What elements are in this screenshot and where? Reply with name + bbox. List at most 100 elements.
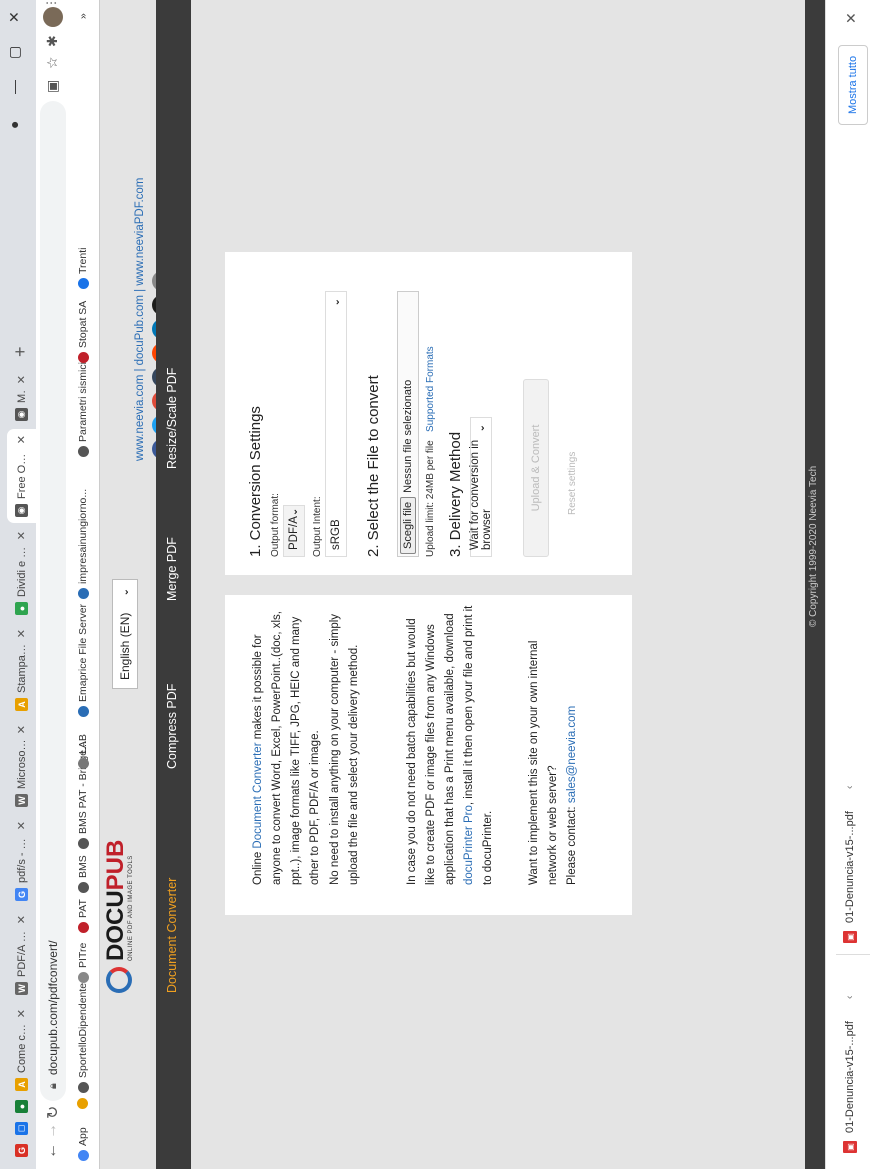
bookmark-label: LAB bbox=[77, 734, 89, 754]
bookmark-item[interactable]: Emaprice File Server bbox=[77, 604, 89, 717]
tab-title: Mod bbox=[15, 389, 28, 403]
star-icon[interactable]: ☆ bbox=[44, 56, 61, 69]
forward-icon[interactable]: → bbox=[43, 1123, 61, 1139]
browser-tab[interactable]: ◉ Free Online ✕ bbox=[7, 429, 36, 523]
document-converter-link[interactable]: Document Converter bbox=[252, 742, 264, 848]
copyright-text: © Copyright 1999-2020 Neevia Tech bbox=[808, 465, 819, 627]
bookmark-item[interactable]: Trenti bbox=[77, 248, 89, 289]
bookmark-item[interactable]: Parametri sismici bbox=[77, 362, 89, 457]
output-intent-label: Output Intent: bbox=[312, 496, 323, 557]
bookmark-icon bbox=[77, 838, 89, 849]
nav-item[interactable]: Compress PDF bbox=[165, 684, 179, 769]
lock-icon: 🔒︎ bbox=[46, 1083, 59, 1089]
tab-close-icon[interactable]: ✕ bbox=[15, 1009, 28, 1018]
bookmark-icon bbox=[77, 352, 89, 363]
download-item[interactable]: ▣ 01-Denuncia-v15-...pdf ‹ bbox=[843, 995, 857, 1153]
pdf-file-icon: ▣ bbox=[843, 931, 857, 943]
back-icon[interactable]: ← bbox=[43, 1143, 61, 1159]
reset-settings-link[interactable]: Reset settings bbox=[567, 452, 578, 515]
browser-tab[interactable]: W Microsoft W ✕ bbox=[7, 719, 36, 813]
bookmark-label: Trenti bbox=[77, 247, 89, 274]
show-all-downloads-button[interactable]: Mostra tutto bbox=[838, 44, 868, 125]
tab-strip: G ◻ ● A Come conv ✕ W PDF/A - Wik ✕ Gpdf/s - Rice… bbox=[0, 0, 36, 1169]
chevron-up-icon[interactable]: ‹ bbox=[844, 995, 856, 999]
reload-icon[interactable]: ↻ bbox=[43, 1106, 63, 1119]
menu-icon[interactable]: ⋮ bbox=[44, 0, 58, 9]
browser-tab[interactable]: ◉ Mod ✕ bbox=[7, 369, 36, 427]
tab-favicon-icon: A bbox=[15, 698, 28, 711]
maximize-icon[interactable]: ▢ bbox=[6, 46, 23, 59]
bookmark-item[interactable]: PITre bbox=[77, 943, 89, 983]
tab-favicon-icon: ◻ bbox=[15, 1122, 28, 1135]
chevron-up-icon[interactable]: ‹ bbox=[844, 785, 856, 789]
browser-tab[interactable]: A Come conv ✕ bbox=[7, 1003, 36, 1097]
browser-tab[interactable]: A Stampante ✕ bbox=[7, 623, 36, 717]
dropdown-record-icon[interactable]: ● bbox=[6, 121, 22, 129]
tab-close-icon[interactable]: ✕ bbox=[15, 531, 28, 540]
intro-paragraph-4: Want to implement this site on your own … bbox=[528, 640, 559, 885]
bookmark-item[interactable]: impresainungiorno... bbox=[77, 489, 89, 599]
bookmark-item[interactable]: SportelloDipendente bbox=[77, 983, 89, 1093]
tab-favicon-icon: ◉ bbox=[15, 504, 28, 517]
conversion-settings-heading: 1. Conversion Settings bbox=[247, 406, 264, 557]
docuprinter-link[interactable]: docuPrinter Pro bbox=[463, 805, 475, 885]
tab-close-icon[interactable]: ✕ bbox=[15, 375, 28, 384]
site-links[interactable]: www.neevia.com | docuPub.com | www.neevi… bbox=[134, 178, 146, 461]
browser-tab[interactable]: W PDF/A - Wik ✕ bbox=[7, 909, 36, 1001]
delivery-method-select[interactable]: Wait for conversion in browser ⌄ bbox=[469, 417, 493, 557]
download-item[interactable]: ▣ 01-Denuncia-v15-...pdf ‹ bbox=[843, 785, 857, 943]
bookmark-icon bbox=[77, 882, 89, 893]
browser-tab[interactable]: ● Dividi e unir ✕ bbox=[7, 525, 36, 621]
tab-title: Microsoft W bbox=[15, 739, 28, 789]
bookmarks-overflow-icon[interactable]: » bbox=[77, 13, 89, 19]
close-window-icon[interactable]: ✕ bbox=[6, 11, 23, 23]
browser-window: G ◻ ● A Come conv ✕ W PDF/A - Wik ✕ Gpdf/s - Rice… bbox=[0, 0, 881, 1169]
bookmark-icon bbox=[77, 1150, 89, 1161]
extension-icon[interactable]: ▣ bbox=[44, 80, 61, 93]
browser-tab[interactable]: Gpdf/s - Rice ✕ bbox=[7, 815, 36, 907]
browser-toolbar: ← → ↻ 🔒︎ docupub.com/pdfconvert/ ▣ ☆ ✱ ⋮ bbox=[36, 0, 70, 1169]
puzzle-icon[interactable]: ✱ bbox=[44, 35, 61, 47]
output-intent-select[interactable]: sRGB ⌄ bbox=[325, 291, 347, 557]
nav-item[interactable]: Document Converter bbox=[165, 878, 179, 993]
tab-favicon-icon: ◉ bbox=[15, 408, 28, 421]
upload-convert-button[interactable]: Upload & Convert bbox=[523, 379, 549, 557]
profile-avatar[interactable] bbox=[43, 7, 63, 27]
bookmark-item[interactable]: PAT bbox=[77, 899, 89, 933]
bookmark-label: BMS bbox=[77, 855, 89, 878]
intro-paragraph-2: No need to install anything on your comp… bbox=[329, 613, 360, 885]
nav-item[interactable]: Resize/Scale PDF bbox=[165, 368, 179, 469]
chevron-down-icon: ⌄ bbox=[475, 424, 487, 433]
bookmark-label: Parametri sismici bbox=[77, 362, 89, 442]
bookmark-item[interactable]: App bbox=[77, 1127, 89, 1161]
tab-close-icon[interactable]: ✕ bbox=[15, 821, 28, 830]
supported-formats-link[interactable]: Supported Formats bbox=[425, 346, 436, 432]
nav-item[interactable]: Merge PDF bbox=[165, 537, 179, 601]
docupub-logo[interactable]: DOCUPUB ONLINE PDF AND IMAGE TOOLS bbox=[102, 840, 134, 993]
bookmark-item[interactable] bbox=[77, 1098, 88, 1109]
language-select[interactable]: English (EN) ⌄ bbox=[112, 579, 138, 689]
intro-paragraph-3: In case you do not need batch capabiliti… bbox=[406, 605, 494, 885]
bookmark-item[interactable]: LAB bbox=[77, 734, 89, 769]
bookmark-item[interactable]: BMS bbox=[77, 855, 89, 893]
browser-tab[interactable]: ● bbox=[7, 1099, 36, 1119]
tab-close-icon[interactable]: ✕ bbox=[15, 725, 28, 734]
browser-tab[interactable]: ◻ bbox=[7, 1121, 36, 1141]
tab-favicon-icon: G bbox=[15, 888, 28, 901]
file-input[interactable]: Scegli file Nessun file selezionato bbox=[397, 291, 419, 557]
tab-close-icon[interactable]: ✕ bbox=[15, 435, 28, 444]
tab-title: Dividi e unir bbox=[15, 545, 28, 597]
close-icon[interactable]: ✕ bbox=[843, 12, 860, 24]
minimize-icon[interactable]: — bbox=[6, 80, 22, 94]
sales-email-link[interactable]: sales@neevia.com bbox=[566, 706, 578, 803]
bookmark-label: impresainungiorno... bbox=[77, 488, 89, 584]
tab-close-icon[interactable]: ✕ bbox=[15, 629, 28, 638]
output-format-label: Output format: bbox=[270, 493, 281, 557]
address-bar[interactable]: 🔒︎ docupub.com/pdfconvert/ bbox=[40, 101, 66, 1101]
new-tab-icon[interactable]: + bbox=[10, 346, 31, 357]
browser-tab[interactable]: G bbox=[7, 1143, 36, 1163]
tab-close-icon[interactable]: ✕ bbox=[15, 915, 28, 924]
bookmark-item[interactable]: Stopat SA bbox=[77, 301, 89, 363]
output-format-select[interactable]: PDF/A ⌄ bbox=[283, 505, 305, 557]
choose-file-button[interactable]: Scegli file bbox=[400, 496, 416, 554]
